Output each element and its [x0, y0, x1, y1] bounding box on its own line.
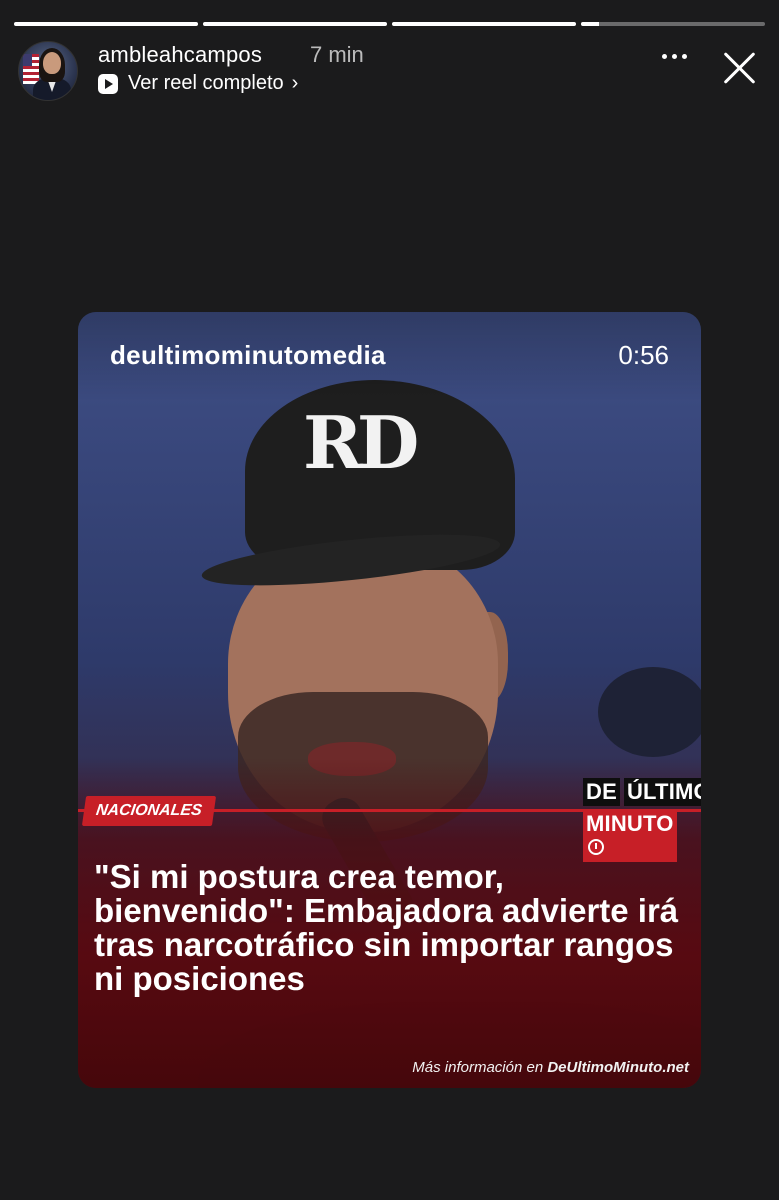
progress-fill: [392, 22, 576, 26]
brand-logo-de: DE: [583, 778, 620, 806]
avatar[interactable]: [18, 41, 78, 101]
footer-site: DeUltimoMinuto.net: [547, 1059, 689, 1076]
clock-icon: [588, 839, 604, 855]
background-person: [598, 667, 701, 757]
progress-segment: [14, 22, 198, 26]
reel-duration: 0:56: [618, 340, 669, 370]
brand-logo-minuto-text: MINUTO: [586, 811, 674, 836]
post-time: 7 min: [310, 42, 364, 67]
reel-footer: Más información en DeUltimoMinuto.net: [412, 1059, 689, 1076]
progress-fill: [581, 22, 600, 26]
brand-logo-ultimo: ÚLTIMO: [623, 778, 701, 806]
story-header: ambleahcampos 7 min Ver reel completo ›: [18, 40, 761, 104]
progress-fill: [14, 22, 198, 26]
close-icon[interactable]: [721, 50, 757, 86]
progress-segment: [581, 22, 765, 26]
reel-channel-name: deultimominutomedia: [110, 340, 386, 370]
progress-segment: [203, 22, 387, 26]
cap-logo: RD: [303, 400, 419, 485]
footer-prefix: Más información en: [412, 1059, 544, 1076]
view-full-reel-label: Ver reel completo: [128, 72, 284, 94]
reel-icon: [98, 73, 118, 94]
chevron-right-icon: ›: [291, 72, 299, 94]
speaker-cap: RD: [173, 380, 533, 596]
username[interactable]: ambleahcampos: [98, 42, 262, 68]
category-tag: NACIONALES: [81, 796, 216, 826]
brand-logo-minuto: MINUTO: [583, 810, 677, 862]
avatar-head: [43, 52, 61, 74]
reel-headline: "Si mi postura crea temor, bienvenido": …: [94, 858, 679, 997]
progress-segment: [392, 22, 576, 26]
progress-fill: [203, 22, 387, 26]
brand-logo: DE ÚLTIMO MINUTO: [583, 778, 701, 862]
story-progress-bar: [14, 22, 765, 27]
flag-icon: [23, 54, 39, 84]
story-viewer: ambleahcampos 7 min Ver reel completo › …: [0, 0, 779, 1200]
reel-preview-card[interactable]: RD deultimominutomedia 0:56 DE ÚLTIMO MI…: [78, 312, 701, 1088]
more-icon[interactable]: [662, 54, 687, 59]
view-full-reel-link[interactable]: Ver reel completo ›: [98, 72, 298, 95]
